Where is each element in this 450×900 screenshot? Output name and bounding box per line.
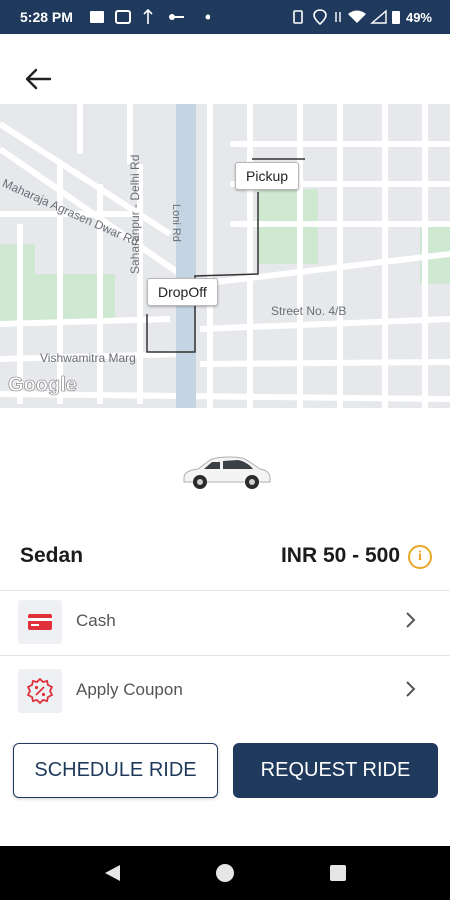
notification-icons bbox=[90, 8, 211, 30]
street-label-vishwamitra: Vishwamitra Marg bbox=[40, 351, 136, 365]
sedan-car-icon bbox=[180, 452, 272, 496]
schedule-ride-button[interactable]: SCHEDULE RIDE bbox=[13, 743, 218, 798]
street-label-saharanpur: Saharanpur - Delhi Rd bbox=[128, 154, 142, 274]
pickup-marker[interactable]: Pickup bbox=[235, 162, 300, 190]
google-logo: Google bbox=[8, 374, 77, 397]
vehicle-name: Sedan bbox=[20, 544, 84, 567]
status-bar: 5:28 PM 49% bbox=[0, 0, 450, 34]
payment-method-label: Cash bbox=[76, 611, 116, 630]
battery-percent: 49% bbox=[405, 10, 432, 25]
chevron-right-icon bbox=[406, 612, 416, 628]
payment-method-option[interactable]: Cash bbox=[0, 589, 450, 655]
apply-coupon-label: Apply Coupon bbox=[76, 680, 183, 699]
system-navigation-bar bbox=[0, 846, 450, 900]
fare-estimate: INR 50 - 500 bbox=[280, 544, 400, 567]
apply-coupon-option[interactable]: Apply Coupon bbox=[0, 658, 450, 724]
street-label-4b: Street No. 4/B bbox=[271, 304, 347, 318]
vehicle-row: Sedan INR 50 - 500 i bbox=[0, 530, 450, 588]
arrow-left-icon bbox=[25, 68, 52, 90]
route-map[interactable]: Maharaja Agrasen Dwar Rd Saharanpur - De… bbox=[0, 104, 450, 408]
request-ride-button[interactable]: REQUEST RIDE bbox=[233, 743, 438, 798]
info-icon[interactable]: i bbox=[408, 545, 432, 569]
nav-back-icon[interactable] bbox=[102, 863, 122, 883]
street-label-loni: Loni Rd bbox=[170, 204, 182, 242]
coupon-icon bbox=[18, 669, 62, 713]
status-time: 5:28 PM bbox=[20, 9, 73, 25]
system-icons: 49% bbox=[292, 9, 432, 26]
back-button[interactable] bbox=[12, 53, 64, 105]
divider bbox=[0, 655, 450, 656]
credit-card-icon bbox=[18, 600, 62, 644]
dropoff-marker[interactable]: DropOff bbox=[147, 278, 218, 306]
nav-recents-icon[interactable] bbox=[329, 864, 347, 882]
chevron-right-icon bbox=[406, 681, 416, 697]
nav-home-icon[interactable] bbox=[215, 863, 235, 883]
